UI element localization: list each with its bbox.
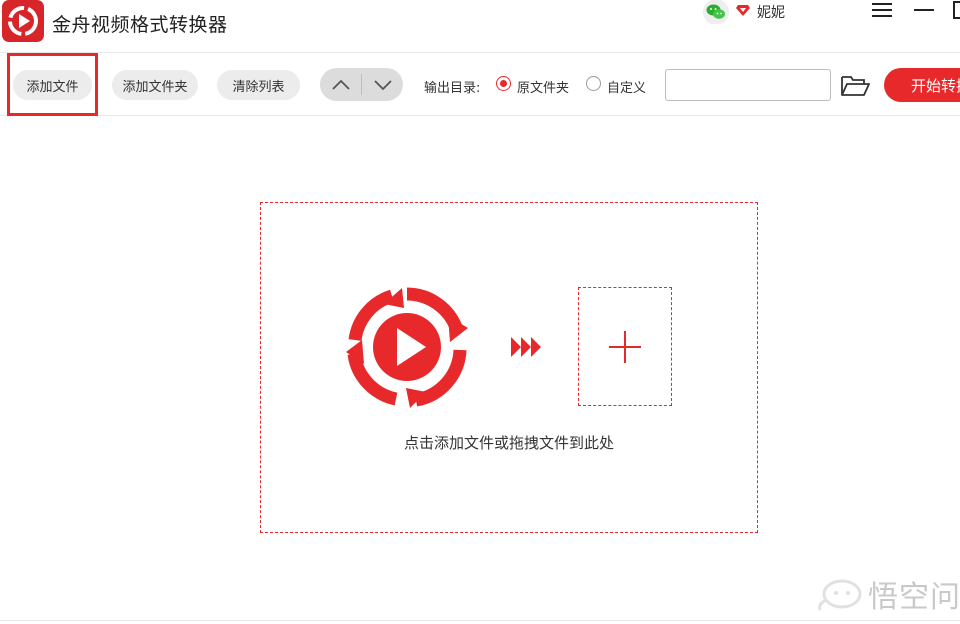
wechat-icon[interactable] xyxy=(702,0,730,24)
radio-custom-label[interactable]: 自定义 xyxy=(607,77,646,96)
add-file-box[interactable] xyxy=(578,287,672,406)
triple-arrow-icon xyxy=(511,337,541,357)
chevron-down-icon xyxy=(373,79,392,90)
watermark-text: 悟空问答 xyxy=(868,580,960,615)
app-title: 金舟视频格式转换器 xyxy=(52,14,228,36)
drop-zone[interactable] xyxy=(260,202,758,533)
video-convert-icon xyxy=(346,287,468,408)
vip-diamond-icon xyxy=(736,5,750,16)
toolbar: 添加文件 添加文件夹 清除列表 输出目录: 原文件夹 自定义 开始转换 xyxy=(0,52,960,116)
radio-original-folder-label[interactable]: 原文件夹 xyxy=(517,77,569,96)
username[interactable]: 妮妮 xyxy=(757,2,785,22)
plus-icon xyxy=(609,331,641,363)
output-path-input[interactable] xyxy=(665,69,831,101)
divider xyxy=(0,620,960,621)
title-bar: 金舟视频格式转换器 妮妮 xyxy=(0,0,960,46)
add-file-button[interactable]: 添加文件 xyxy=(13,70,92,100)
app-logo-icon xyxy=(2,0,44,42)
menu-icon[interactable] xyxy=(869,0,895,22)
move-up-button[interactable] xyxy=(320,68,361,101)
drop-hint: 点击添加文件或拖拽文件到此处 xyxy=(403,434,614,452)
maximize-icon[interactable] xyxy=(952,0,960,22)
move-order-group xyxy=(320,68,403,101)
add-folder-button[interactable]: 添加文件夹 xyxy=(112,70,198,100)
folder-open-icon[interactable] xyxy=(840,73,870,99)
radio-original-folder[interactable] xyxy=(496,76,511,91)
move-down-button[interactable] xyxy=(362,68,403,101)
minimize-icon[interactable] xyxy=(912,0,936,22)
chevron-up-icon xyxy=(331,79,350,90)
clear-list-button[interactable]: 清除列表 xyxy=(217,70,300,100)
start-convert-button[interactable]: 开始转换 xyxy=(884,68,960,102)
output-dir-label: 输出目录: xyxy=(424,81,481,96)
radio-custom[interactable] xyxy=(586,76,601,91)
